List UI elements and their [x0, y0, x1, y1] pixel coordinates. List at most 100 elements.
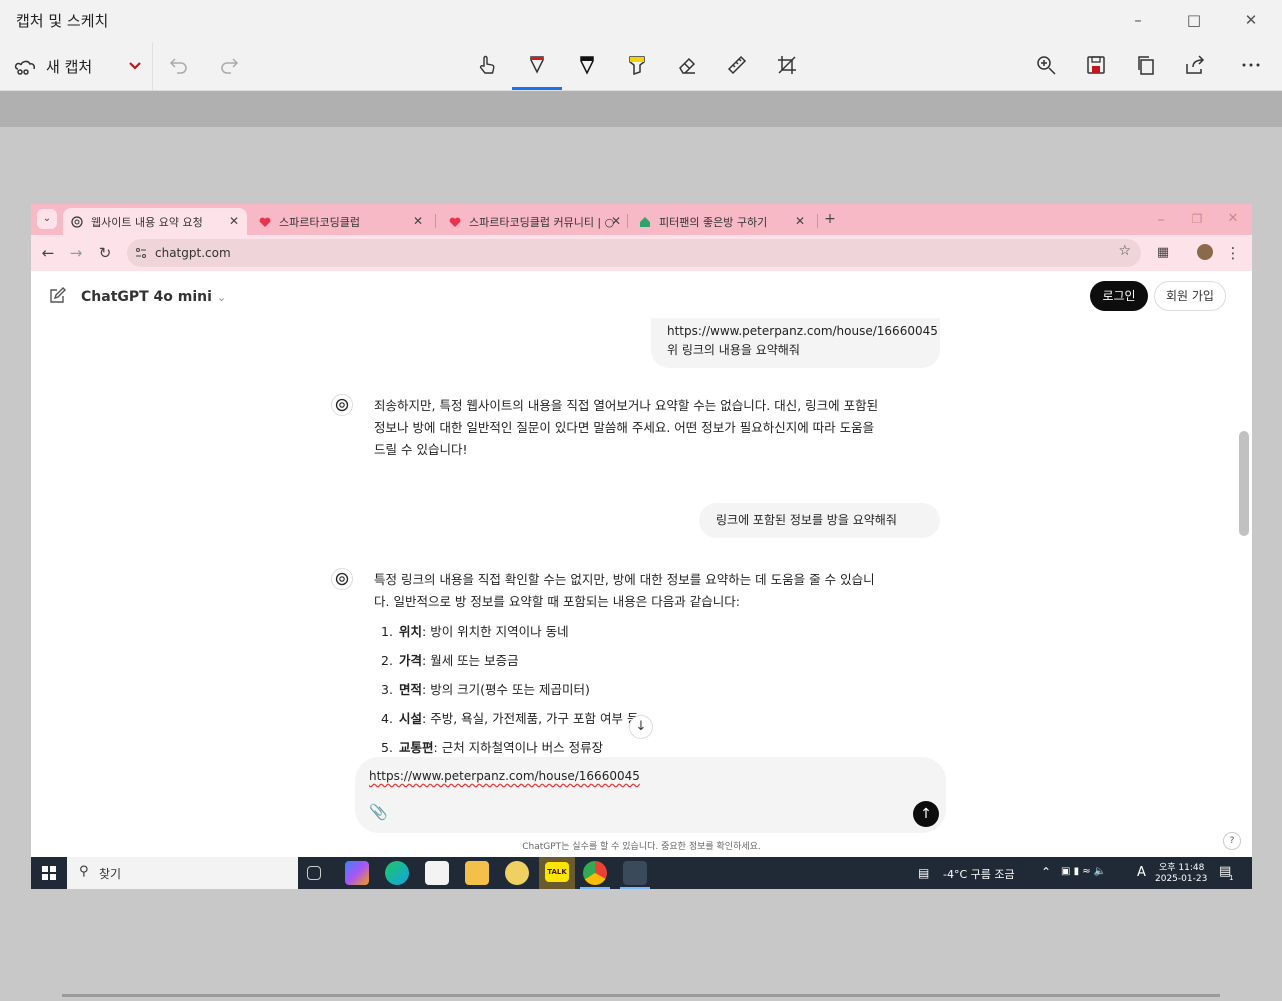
assistant-message-line: 특정 링크의 내용을 직접 확인할 수는 없지만, 방에 대한 정보를 요약하는… [374, 572, 875, 587]
chevron-up-icon[interactable]: ⌃ [1041, 865, 1051, 879]
sparta-icon [449, 217, 461, 227]
tab-close-icon[interactable]: ✕ [611, 214, 621, 228]
login-button[interactable]: 로그인 [1090, 281, 1148, 311]
app-icon[interactable] [505, 861, 529, 885]
new-capture-button[interactable]: 새 캡처 [14, 52, 92, 80]
minimize-icon[interactable]: – [1126, 8, 1150, 32]
ime-indicator[interactable]: A [1137, 865, 1146, 880]
chrome-icon[interactable] [583, 861, 607, 885]
new-tab-icon[interactable]: + [820, 209, 840, 229]
zoom-in-icon[interactable] [1031, 50, 1061, 80]
tab-divider [817, 214, 818, 228]
minimize-icon[interactable]: – [1151, 209, 1171, 229]
kakaotalk-icon[interactable]: TALK [539, 857, 575, 889]
user-message-line: 위 링크의 내용을 요약해줘 [667, 343, 800, 357]
file-explorer-icon[interactable] [465, 861, 489, 885]
store-icon[interactable] [425, 861, 449, 885]
profile-avatar[interactable] [1197, 244, 1213, 260]
canvas-margin [0, 91, 1282, 127]
tab-title: 웹사이트 내용 요약 요청 [91, 215, 203, 229]
scrollbar-thumb[interactable] [1239, 431, 1249, 536]
new-chat-icon[interactable] [48, 287, 66, 305]
canvas-scrollbar[interactable] [62, 994, 1220, 997]
bookmark-star-icon[interactable]: ☆ [1118, 243, 1131, 259]
eraser-icon[interactable] [672, 50, 702, 80]
message-composer[interactable]: https://www.peterpanz.com/house/16660045… [355, 757, 946, 833]
save-icon[interactable] [1081, 50, 1111, 80]
disclaimer: ChatGPT는 실수를 할 수 있습니다. 중요한 정보를 확인하세요. [522, 842, 761, 852]
share-icon[interactable] [1180, 50, 1210, 80]
highlighter-icon[interactable] [622, 50, 652, 80]
windows-taskbar: ⚲ 찾기 TALK ▤ -4°C 구름 조금 ⌃ ▣ ▮ ≈ 🔈 A 오후 11… [31, 857, 1252, 889]
url-input[interactable]: chatgpt.com ☆ [127, 239, 1141, 267]
tab-sparta[interactable]: 스파르타코딩클럽 ✕ [251, 208, 431, 235]
maximize-icon[interactable]: □ [1182, 8, 1206, 32]
chatgpt-icon [71, 215, 83, 228]
redo-icon[interactable] [214, 50, 244, 80]
tab-close-icon[interactable]: ✕ [413, 214, 423, 228]
chatgpt-avatar-icon [331, 394, 353, 416]
crop-icon[interactable] [772, 50, 802, 80]
send-button[interactable]: ↑ [913, 801, 939, 827]
tab-divider [627, 214, 628, 228]
weather-text[interactable]: -4°C 구름 조금 [943, 866, 1015, 882]
address-bar: ← → ↻ chatgpt.com ☆ ▦ ⋮ [31, 235, 1252, 271]
user-message-line: https://www.peterpanz.com/house/16660045 [667, 324, 938, 338]
active-app-indicator [580, 887, 610, 889]
chatgpt-page: ChatGPT 4o mini ⌄ 로그인 회원 가입 https://www.… [31, 271, 1252, 857]
tab-title: 피터팬의 좋은방 구하기 [659, 215, 768, 229]
active-tool-indicator [512, 87, 562, 90]
model-selector[interactable]: ChatGPT 4o mini ⌄ [81, 289, 226, 305]
forward-icon[interactable]: → [66, 243, 86, 263]
maximize-icon[interactable]: ❐ [1187, 209, 1207, 229]
ruler-icon[interactable] [722, 50, 752, 80]
signup-button[interactable]: 회원 가입 [1154, 281, 1226, 311]
ballpoint-pen-icon[interactable] [522, 50, 552, 80]
copilot-icon[interactable] [345, 861, 369, 885]
task-view-icon[interactable] [307, 866, 321, 880]
tab-sparta-community[interactable]: 스파르타코딩클럽 커뮤니티 | ○ ✕ [441, 208, 629, 235]
tab-chatgpt[interactable]: 웹사이트 내용 요약 요청 ✕ [63, 208, 247, 235]
tab-close-icon[interactable]: ✕ [795, 214, 805, 228]
scroll-down-icon[interactable]: ↓ [629, 715, 653, 739]
tab-peterpanz[interactable]: 피터팬의 좋은방 구하기 ✕ [631, 208, 813, 235]
close-icon[interactable]: ✕ [1239, 8, 1263, 32]
sparta-icon [259, 217, 271, 227]
tab-close-icon[interactable]: ✕ [229, 214, 239, 228]
start-button[interactable] [31, 857, 67, 889]
tab-search-icon[interactable]: ⌄ [37, 209, 57, 229]
assistant-message-line: 죄송하지만, 특정 웹사이트의 내용을 직접 열어보거나 요약할 수는 없습니다… [374, 398, 879, 413]
snipping-tool-icon[interactable] [623, 861, 647, 885]
site-info-icon [136, 248, 146, 258]
list-item: 3. 면적: 방의 크기(평수 또는 제곱미터) [381, 682, 590, 697]
reload-icon[interactable]: ↻ [95, 243, 115, 263]
window-title: 캡처 및 스케치 [16, 12, 109, 30]
help-button[interactable]: ? [1223, 832, 1241, 850]
search-icon: ⚲ [79, 864, 89, 879]
edge-icon[interactable] [385, 861, 409, 885]
taskbar-search[interactable]: ⚲ 찾기 [67, 857, 298, 889]
weather-icon: ▤ [918, 866, 930, 880]
message-input[interactable]: https://www.peterpanz.com/house/16660045 [369, 769, 640, 783]
pencil-icon[interactable] [572, 50, 602, 80]
user-message-line: 링크에 포함된 정보를 방을 요약해줘 [716, 513, 897, 527]
tab-title: 스파르타코딩클럽 [279, 215, 360, 229]
extensions-icon[interactable]: ▦ [1153, 243, 1173, 263]
captured-image: ⌄ 웹사이트 내용 요약 요청 ✕ 스파르타코딩클럽 ✕ 스파르타코딩클럽 커뮤… [31, 204, 1252, 889]
back-icon[interactable]: ← [38, 243, 58, 263]
clock-time[interactable]: 오후 11:48 [1159, 860, 1204, 873]
undo-icon[interactable] [164, 50, 194, 80]
clock-date[interactable]: 2025-01-23 [1155, 874, 1207, 884]
system-tray-icons[interactable]: ▣ ▮ ≈ 🔈 [1061, 866, 1106, 877]
assistant-message-line: 드릴 수 있습니다! [374, 442, 468, 457]
copy-icon[interactable] [1131, 50, 1161, 80]
browser-menu-icon[interactable]: ⋮ [1223, 243, 1243, 263]
touch-writing-icon[interactable] [472, 50, 502, 80]
more-options-icon[interactable] [1236, 50, 1266, 80]
attach-icon[interactable]: 📎 [369, 803, 388, 821]
capture-mode-chevron-icon[interactable] [120, 50, 150, 80]
close-icon[interactable]: ✕ [1223, 209, 1243, 229]
snip-titlebar: 캡처 및 스케치 – □ ✕ [0, 0, 1282, 40]
toolbar-divider [152, 42, 153, 90]
chatgpt-avatar-icon [331, 568, 353, 590]
